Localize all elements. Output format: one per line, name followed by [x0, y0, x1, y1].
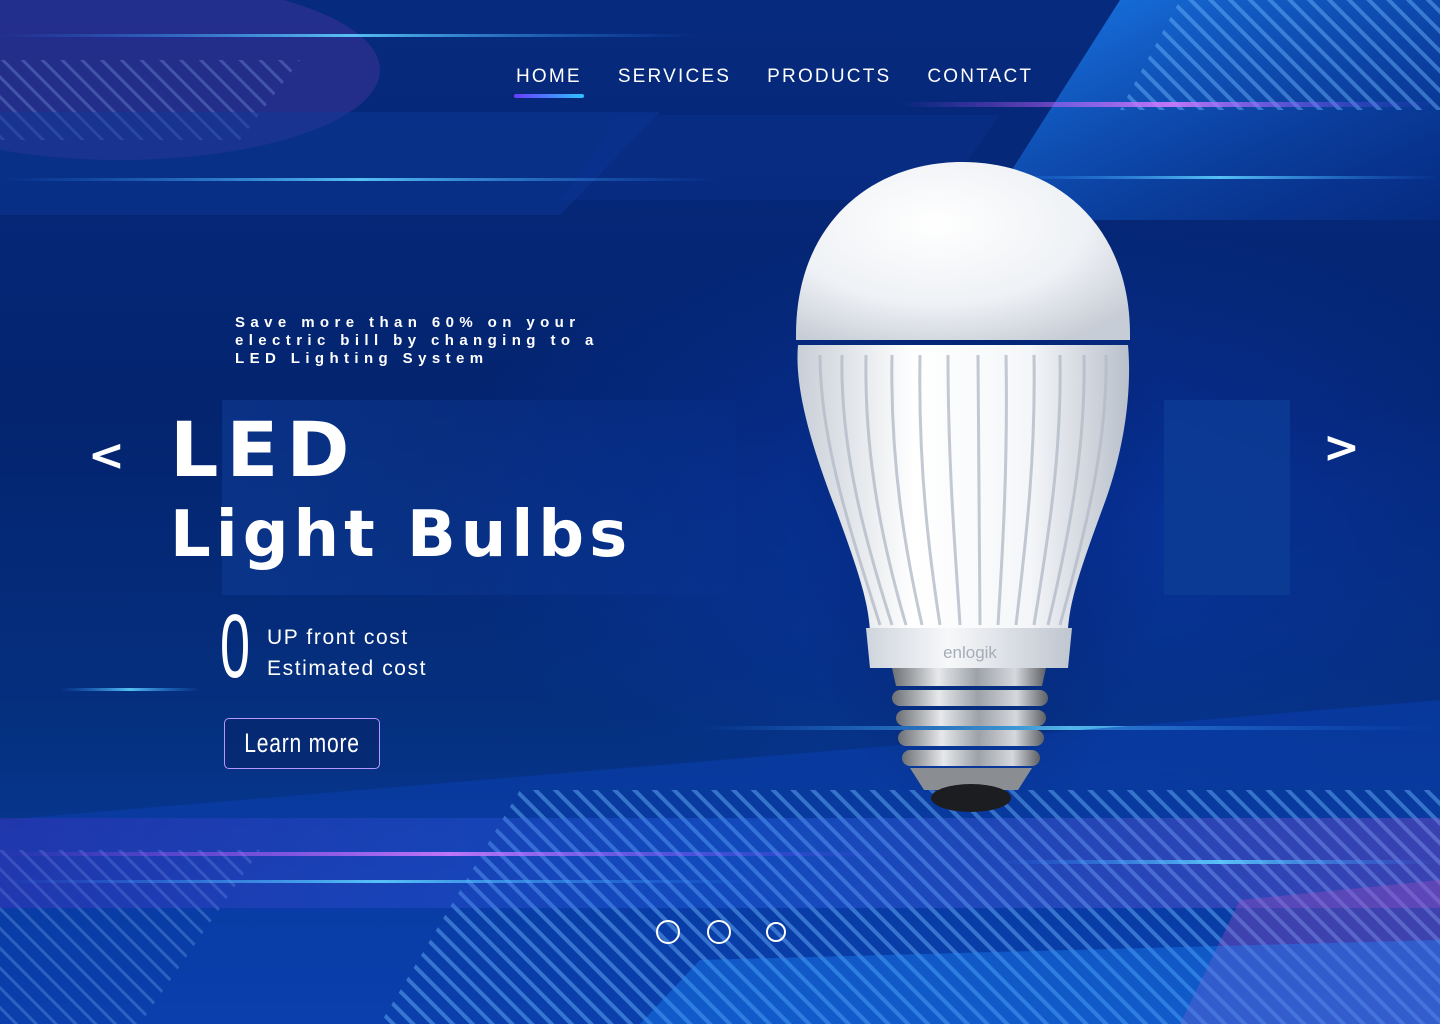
- nav-item-products[interactable]: PRODUCTS: [749, 62, 909, 96]
- hero-tagline: Save more than 60% on your electric bill…: [235, 314, 675, 368]
- chevron-right-icon[interactable]: >: [1323, 426, 1360, 470]
- cost-line-upfront: UP front cost: [267, 626, 409, 649]
- carousel-dot-3[interactable]: [766, 922, 786, 942]
- tagline-line: electric bill by changing to a: [235, 332, 599, 349]
- carousel-dot-1[interactable]: [656, 920, 680, 944]
- accent-panel: [1164, 400, 1290, 595]
- led-bulb-image: enlogik: [780, 150, 1170, 834]
- carousel-dot-2[interactable]: [707, 920, 731, 944]
- chevron-left-icon[interactable]: <: [88, 434, 125, 478]
- learn-more-button[interactable]: Learn more: [224, 718, 380, 769]
- nav-item-home[interactable]: HOME: [498, 62, 600, 98]
- tagline-line: Save more than 60% on your: [235, 314, 581, 331]
- hero-title-line2: Light Bulbs: [170, 498, 633, 572]
- hero-banner: HOME SERVICES PRODUCTS CONTACT Save more…: [0, 0, 1440, 1024]
- learn-more-label: Learn more: [244, 728, 360, 758]
- nav-item-contact[interactable]: CONTACT: [909, 62, 1051, 96]
- tagline-line: LED Lighting System: [235, 350, 489, 367]
- cost-description: UP front cost Estimated cost: [267, 622, 427, 684]
- nav-item-services[interactable]: SERVICES: [600, 62, 749, 96]
- bulb-brand-label: enlogik: [943, 643, 997, 662]
- hero-title-line1: LED: [170, 405, 358, 494]
- cost-value: 0: [220, 597, 251, 697]
- cost-line-estimated: Estimated cost: [267, 657, 428, 680]
- main-nav: HOME SERVICES PRODUCTS CONTACT: [498, 62, 1051, 98]
